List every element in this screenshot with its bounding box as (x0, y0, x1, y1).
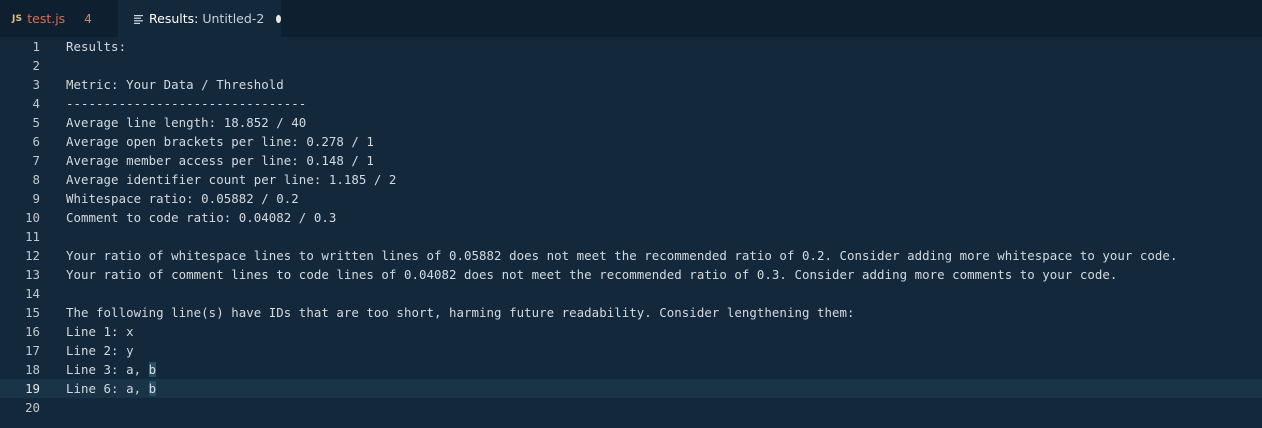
editor-line[interactable]: 15 The following line(s) have IDs that a… (0, 303, 1262, 322)
editor-line[interactable]: 16 Line 1: x (0, 322, 1262, 341)
tab-label: Results: (149, 11, 199, 26)
line-text: Whitespace ratio: 0.05882 / 0.2 (66, 191, 299, 206)
line-text: Metric: Your Data / Threshold (66, 77, 284, 92)
line-text-prefix: Line 6: a, (66, 381, 149, 396)
line-text-prefix: Line 3: a, (66, 362, 149, 377)
editor-line[interactable]: 3 Metric: Your Data / Threshold (0, 75, 1262, 94)
line-number: 16 (25, 324, 40, 339)
line-text: Your ratio of comment lines to code line… (66, 267, 1118, 282)
editor-line[interactable]: 11 (0, 227, 1262, 246)
selection-highlight: b (148, 381, 157, 396)
line-number: 5 (32, 115, 40, 130)
line-number: 12 (25, 248, 40, 263)
editor-line[interactable]: 18 Line 3: a, b (0, 360, 1262, 379)
tab-label: test.js (27, 11, 66, 26)
line-text: Average member access per line: 0.148 / … (66, 153, 374, 168)
line-number: 13 (25, 267, 40, 282)
line-text: Line 2: y (66, 343, 134, 358)
line-number: 20 (25, 400, 40, 415)
line-text: Your ratio of whitespace lines to writte… (66, 248, 1178, 263)
problem-count-badge: 4 (84, 11, 92, 26)
editor-line[interactable]: 13 Your ratio of comment lines to code l… (0, 265, 1262, 284)
editor-line[interactable]: 17 Line 2: y (0, 341, 1262, 360)
editor-line[interactable]: 2 (0, 56, 1262, 75)
line-number: 7 (32, 153, 40, 168)
preview-icon (134, 14, 143, 24)
line-text: Line 6: a, b (66, 381, 157, 396)
line-text: Line 3: a, b (66, 362, 157, 377)
line-text: Average open brackets per line: 0.278 / … (66, 134, 374, 149)
editor-line-current[interactable]: 19 Line 6: a, b (0, 379, 1262, 398)
line-number: 3 (32, 77, 40, 92)
line-number: 14 (25, 286, 40, 301)
line-number: 11 (25, 229, 40, 244)
line-number: 2 (32, 58, 40, 73)
line-number: 4 (32, 96, 40, 111)
line-text: Comment to code ratio: 0.04082 / 0.3 (66, 210, 337, 225)
editor-line[interactable]: 12 Your ratio of whitespace lines to wri… (0, 246, 1262, 265)
line-number: 17 (25, 343, 40, 358)
javascript-file-icon: JS (12, 13, 23, 24)
editor-text-area[interactable]: 1 Results: 2 3 Metric: Your Data / Thres… (0, 37, 1262, 428)
editor-window: JS test.js 4 Results: Untitled-2 1 Resul… (0, 0, 1262, 428)
editor-line[interactable]: 9 Whitespace ratio: 0.05882 / 0.2 (0, 189, 1262, 208)
editor-line[interactable]: 1 Results: (0, 37, 1262, 56)
line-text: -------------------------------- (66, 96, 307, 111)
editor-line[interactable]: 7 Average member access per line: 0.148 … (0, 151, 1262, 170)
editor-line[interactable]: 14 (0, 284, 1262, 303)
selection-highlight: b (148, 362, 157, 377)
line-text: Line 1: x (66, 324, 134, 339)
editor-line[interactable]: 6 Average open brackets per line: 0.278 … (0, 132, 1262, 151)
line-number: 1 (32, 39, 40, 54)
line-number: 9 (32, 191, 40, 206)
line-number: 8 (32, 172, 40, 187)
tab-bar: JS test.js 4 Results: Untitled-2 (0, 0, 1262, 37)
tab-subtitle: Untitled-2 (202, 11, 265, 26)
line-text: Results: (66, 39, 127, 54)
line-text: Average identifier count per line: 1.185… (66, 172, 397, 187)
unsaved-dot-icon[interactable] (276, 14, 281, 23)
line-number: 19 (25, 381, 40, 396)
tab-results-untitled-2[interactable]: Results: Untitled-2 (118, 0, 281, 37)
line-text: Average line length: 18.852 / 40 (66, 115, 307, 130)
line-number: 15 (25, 305, 40, 320)
editor-line[interactable]: 10 Comment to code ratio: 0.04082 / 0.3 (0, 208, 1262, 227)
tab-test-js[interactable]: JS test.js 4 (0, 0, 118, 37)
line-number: 6 (32, 134, 40, 149)
line-number: 10 (25, 210, 40, 225)
line-number: 18 (25, 362, 40, 377)
editor-line[interactable]: 5 Average line length: 18.852 / 40 (0, 113, 1262, 132)
editor-line[interactable]: 4 -------------------------------- (0, 94, 1262, 113)
editor-line[interactable]: 20 (0, 398, 1262, 417)
line-text: The following line(s) have IDs that are … (66, 305, 855, 320)
editor-line[interactable]: 8 Average identifier count per line: 1.1… (0, 170, 1262, 189)
